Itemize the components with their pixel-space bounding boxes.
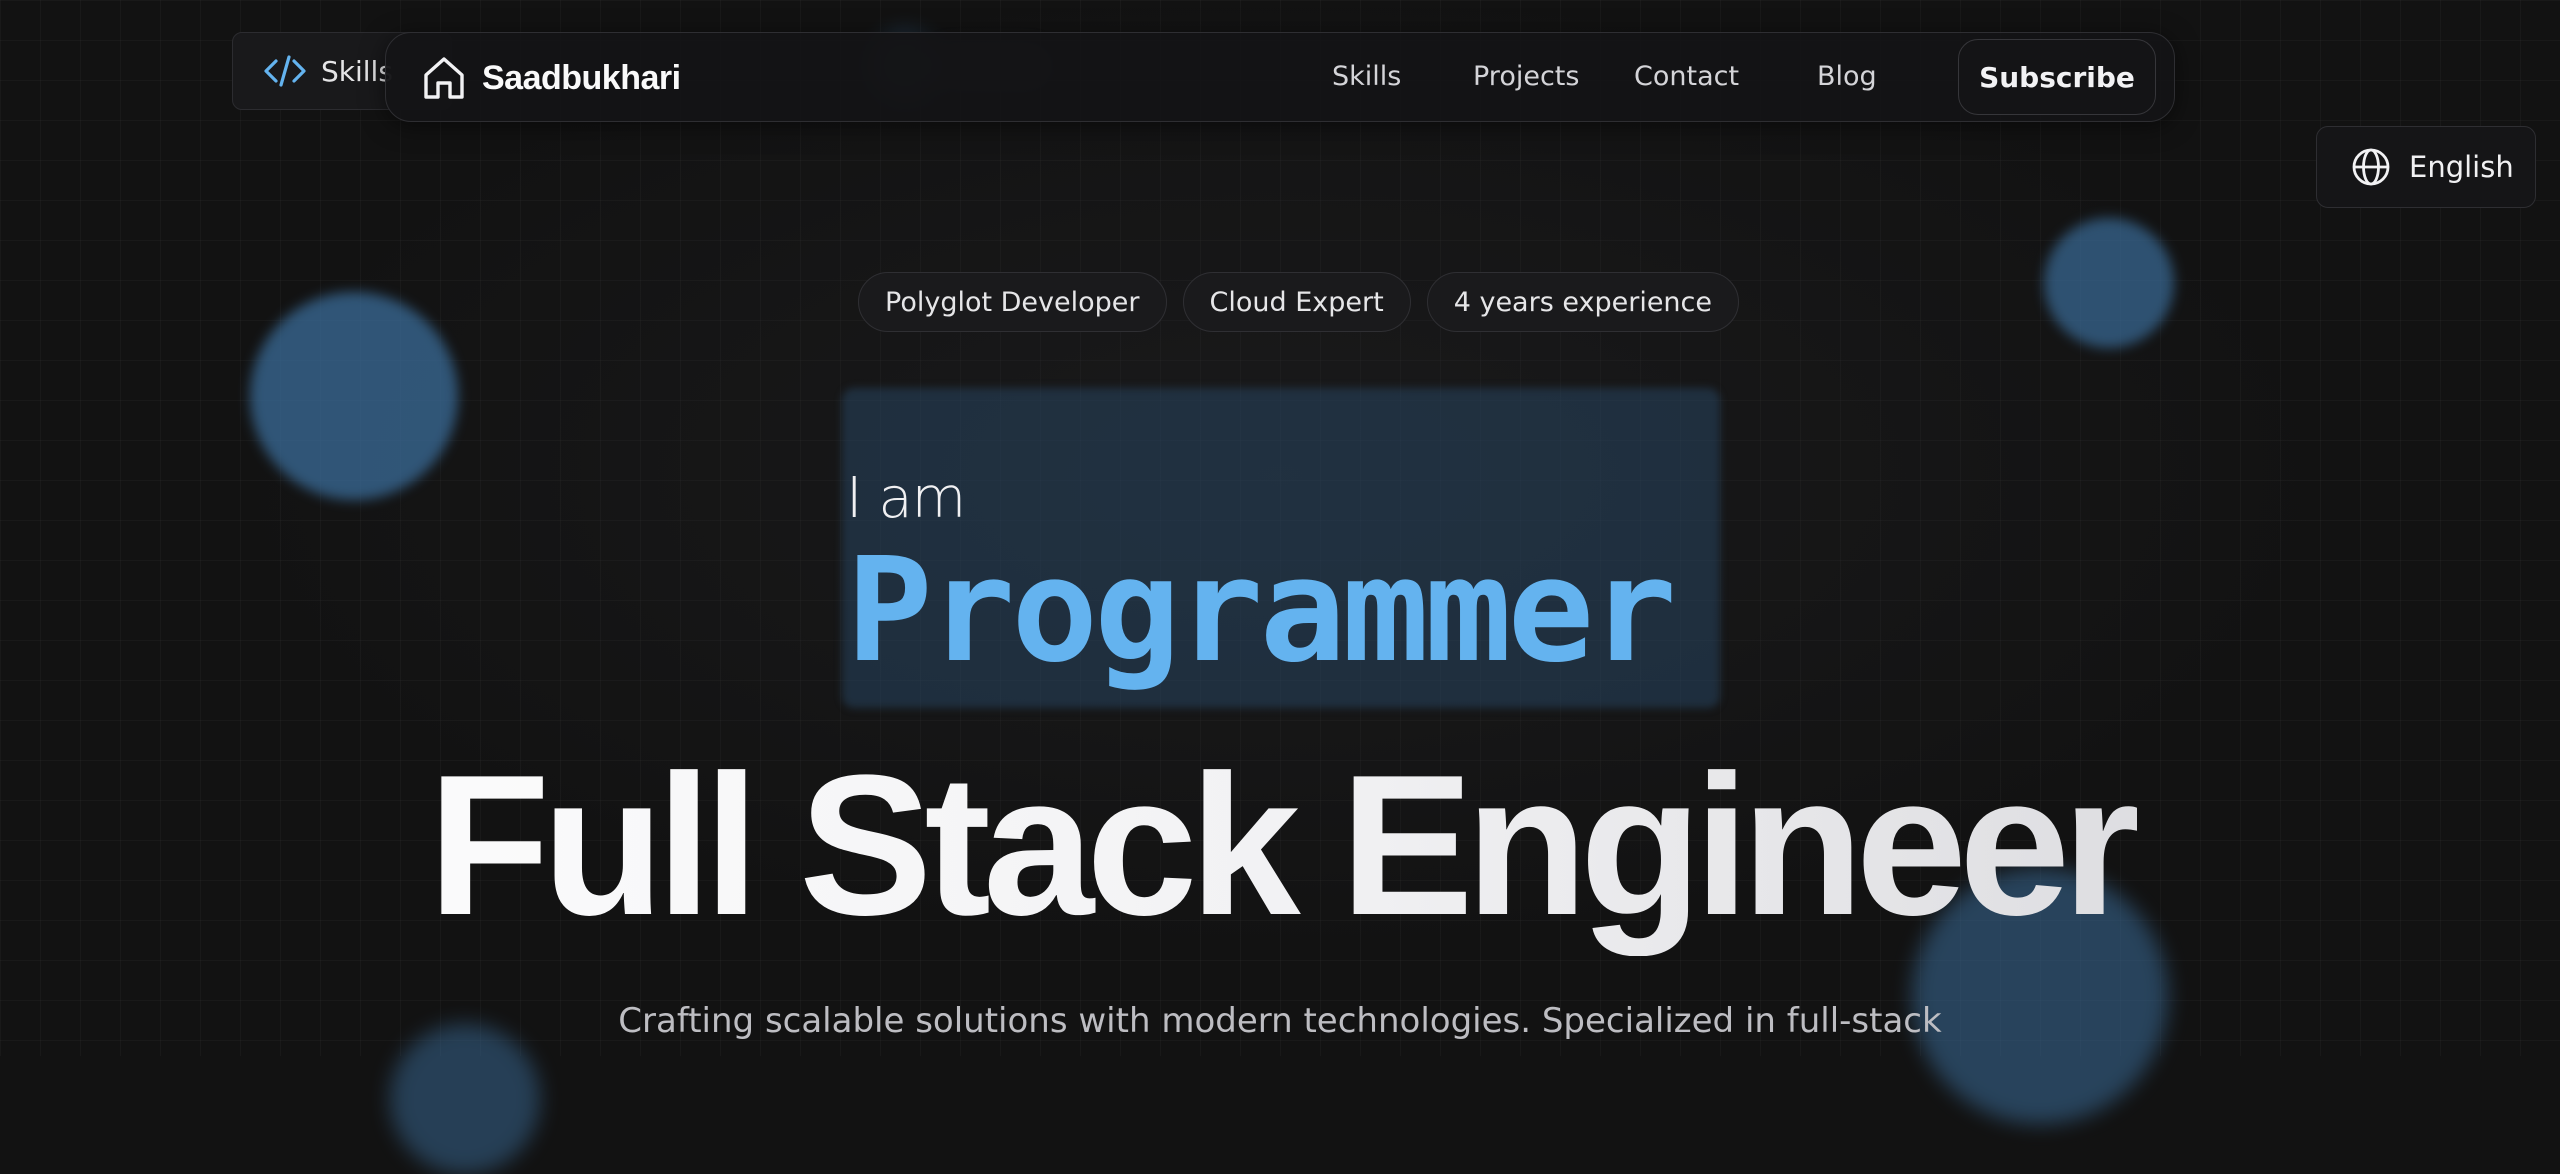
hero-role: Programmer [846, 526, 1677, 694]
subscribe-button[interactable]: Subscribe [1958, 39, 2156, 115]
decorative-orb [390, 1024, 540, 1174]
decorative-orb [250, 292, 458, 500]
badge-polyglot: Polyglot Developer [858, 272, 1167, 332]
hero-tagline: Crafting scalable solutions with modern … [618, 1001, 1942, 1041]
nav-link-blog[interactable]: Blog [1817, 61, 1877, 92]
brand-link[interactable]: Saadbukhari [422, 53, 681, 103]
hero-headline: Full Stack Engineer [0, 736, 2560, 956]
code-icon [264, 55, 306, 87]
nav-link-contact[interactable]: Contact [1634, 61, 1739, 92]
home-icon [424, 57, 464, 99]
badge-cloud: Cloud Expert [1182, 272, 1411, 332]
language-selector[interactable]: English [2316, 126, 2536, 208]
badge-experience: 4 years experience [1426, 272, 1739, 332]
globe-icon [2352, 148, 2390, 186]
nav-link-skills[interactable]: Skills [1332, 61, 1401, 92]
hero-intro: I am [846, 466, 966, 531]
navbar: Saadbukhari Skills Projects Contact Blog… [385, 32, 2175, 122]
brand-name: Saadbukhari [482, 58, 681, 97]
skills-chip-label: Skills [321, 54, 393, 88]
decorative-orb [2044, 218, 2174, 348]
badge-list: Polyglot Developer Cloud Expert 4 years … [858, 272, 1739, 332]
language-label: English [2409, 150, 2514, 184]
nav-link-projects[interactable]: Projects [1473, 61, 1579, 92]
